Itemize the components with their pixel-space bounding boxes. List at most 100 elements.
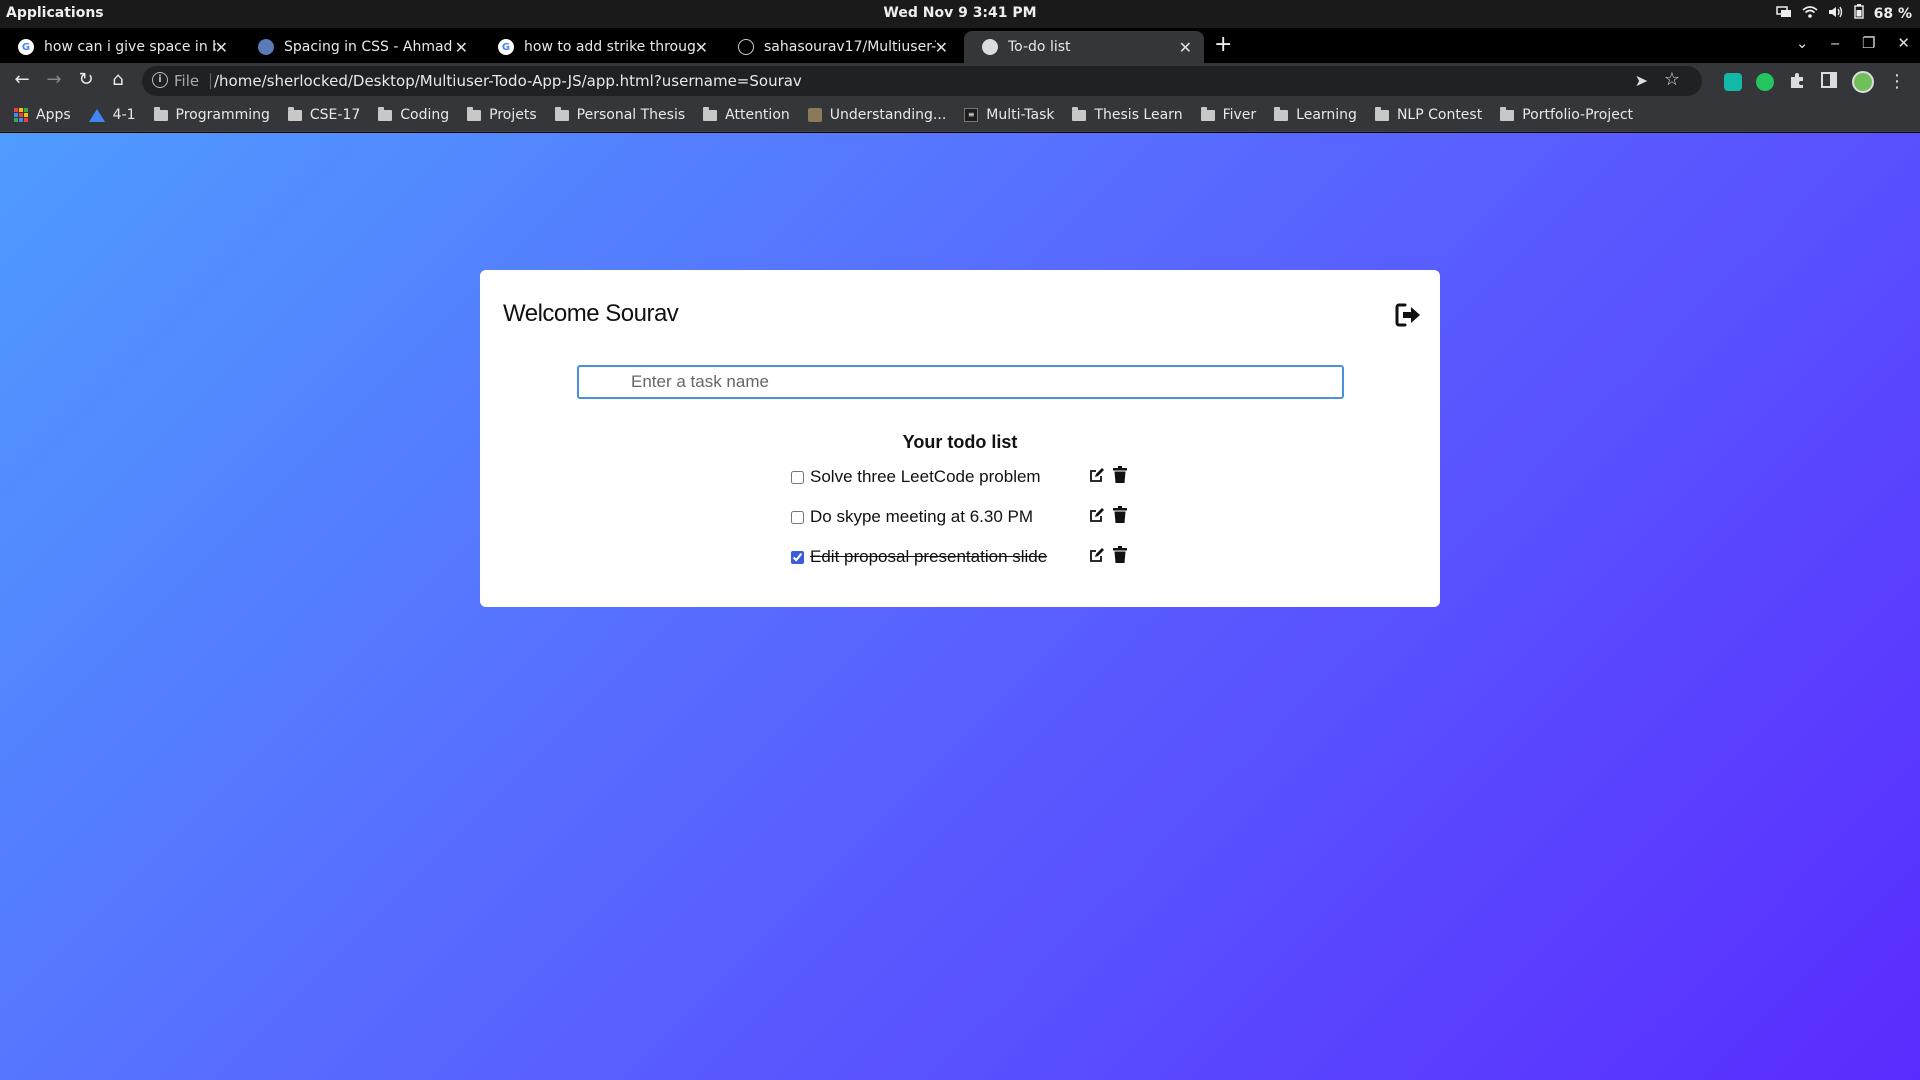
clock[interactable]: Wed Nov 9 3:41 PM bbox=[0, 5, 1920, 21]
bookmark-label: Coding bbox=[400, 107, 450, 123]
apps-grid-icon bbox=[14, 108, 28, 122]
divider bbox=[210, 73, 211, 89]
tab-3[interactable]: G how to add strike through i ✕ bbox=[480, 31, 720, 63]
bookmark-label: Apps bbox=[36, 107, 71, 123]
bookmark-fiver[interactable]: Fiver bbox=[1200, 106, 1257, 123]
folder-icon bbox=[378, 106, 393, 121]
todo-list-title: Your todo list bbox=[902, 432, 1018, 452]
trash-icon[interactable] bbox=[1113, 546, 1127, 563]
close-icon[interactable]: ✕ bbox=[215, 38, 228, 57]
new-tab-button[interactable]: + bbox=[1214, 32, 1232, 57]
bookmark-label: Thesis Learn bbox=[1094, 107, 1183, 123]
bookmark-apps[interactable]: Apps bbox=[14, 107, 71, 123]
maximize-button[interactable]: ❐ bbox=[1862, 34, 1875, 52]
home-button[interactable]: ⌂ bbox=[106, 69, 130, 90]
scheme-label: File bbox=[174, 72, 200, 90]
edit-icon[interactable] bbox=[1089, 467, 1105, 483]
globe-icon bbox=[982, 39, 998, 55]
multitask-icon: ≡ bbox=[964, 108, 979, 122]
bookmark-cse-17[interactable]: CSE-17 bbox=[287, 106, 361, 123]
url-text[interactable]: /home/sherlocked/Desktop/Multiuser-Todo-… bbox=[214, 72, 802, 90]
tab-search-icon[interactable]: ⌄ bbox=[1796, 34, 1809, 52]
todo-checkbox[interactable] bbox=[791, 550, 804, 564]
menu-icon[interactable]: ⋮ bbox=[1888, 73, 1906, 91]
reload-button[interactable]: ↻ bbox=[74, 69, 98, 90]
system-top-bar: Applications Wed Nov 9 3:41 PM 68 % bbox=[0, 0, 1920, 28]
bookmark-label: Fiver bbox=[1222, 107, 1257, 123]
globe-icon bbox=[258, 39, 274, 55]
close-window-button[interactable]: ✕ bbox=[1897, 34, 1910, 52]
wifi-icon[interactable] bbox=[1802, 5, 1818, 23]
bookmark-learning[interactable]: Learning bbox=[1274, 106, 1357, 123]
side-panel-icon[interactable] bbox=[1820, 71, 1838, 93]
folder-icon bbox=[1200, 106, 1215, 121]
tab-1[interactable]: G how can i give space in bet ✕ bbox=[0, 31, 240, 63]
bookmark-label: Programming bbox=[175, 107, 270, 123]
folder-icon bbox=[1374, 106, 1389, 121]
network-icon[interactable] bbox=[1775, 5, 1792, 23]
edit-icon[interactable] bbox=[1089, 507, 1105, 523]
profile-avatar[interactable] bbox=[1852, 71, 1874, 93]
tab-title: how to add strike through i bbox=[524, 39, 696, 55]
edit-icon[interactable] bbox=[1089, 547, 1105, 563]
bookmark-coding[interactable]: Coding bbox=[378, 106, 450, 123]
bookmark-projets[interactable]: Projets bbox=[467, 106, 537, 123]
bookmark-label: Learning bbox=[1296, 107, 1357, 123]
send-icon[interactable]: ➤ bbox=[1635, 71, 1648, 90]
todo-checkbox[interactable] bbox=[791, 510, 804, 524]
welcome-heading: Welcome Sourav bbox=[503, 300, 679, 327]
bookmark-personal-thesis[interactable]: Personal Thesis bbox=[554, 106, 686, 123]
puzzle-icon[interactable] bbox=[1788, 71, 1806, 93]
tab-title: To-do list bbox=[1008, 39, 1071, 55]
bookmark-thesis-learn[interactable]: Thesis Learn bbox=[1072, 106, 1183, 123]
bookmark-attention[interactable]: Attention bbox=[703, 106, 790, 123]
bookmark-multi-task[interactable]: ≡ Multi-Task bbox=[964, 107, 1054, 123]
back-button[interactable]: ← bbox=[10, 69, 34, 90]
extension-icon[interactable] bbox=[1756, 73, 1774, 91]
todo-text: Edit proposal presentation slide bbox=[810, 547, 1048, 566]
address-bar[interactable]: i File /home/sherlocked/Desktop/Multiuse… bbox=[142, 66, 1702, 96]
bookmark-nlp-contest[interactable]: NLP Contest bbox=[1374, 106, 1483, 123]
close-icon[interactable]: ✕ bbox=[935, 38, 948, 57]
task-name-input[interactable] bbox=[577, 365, 1344, 399]
info-icon[interactable]: i bbox=[152, 72, 168, 88]
minimize-button[interactable]: ‒ bbox=[1830, 34, 1840, 52]
bookmark-programming[interactable]: Programming bbox=[153, 106, 270, 123]
bookmark-label: Personal Thesis bbox=[576, 107, 686, 123]
tab-4[interactable]: sahasourav17/Multiuser-To ✕ bbox=[720, 31, 960, 63]
battery-icon[interactable] bbox=[1853, 4, 1864, 23]
bookmark-4-1[interactable]: 4-1 bbox=[88, 107, 136, 123]
todo-item: Do skype meeting at 6.30 PM bbox=[791, 505, 1033, 529]
logout-icon[interactable] bbox=[1394, 302, 1422, 328]
window-controls: ⌄ ‒ ❐ ✕ bbox=[1796, 34, 1910, 52]
close-icon[interactable]: ✕ bbox=[1179, 38, 1192, 57]
extension-icon[interactable] bbox=[1724, 73, 1742, 91]
todo-text: Solve three LeetCode problem bbox=[810, 467, 1041, 486]
close-icon[interactable]: ✕ bbox=[695, 38, 708, 57]
trash-icon[interactable] bbox=[1113, 506, 1127, 523]
bookmark-label: NLP Contest bbox=[1396, 107, 1483, 123]
todo-item: Edit proposal presentation slide bbox=[791, 545, 1047, 569]
todo-actions bbox=[1089, 506, 1127, 523]
tab-title: Spacing in CSS - Ahmad Sh bbox=[284, 39, 456, 55]
tab-2[interactable]: Spacing in CSS - Ahmad Sh ✕ bbox=[240, 31, 480, 63]
image-icon bbox=[807, 108, 822, 122]
github-icon bbox=[738, 39, 754, 55]
tab-todo-list[interactable]: To-do list ✕ bbox=[964, 31, 1204, 63]
folder-icon bbox=[287, 106, 302, 121]
todo-checkbox[interactable] bbox=[791, 470, 804, 484]
google-icon: G bbox=[498, 39, 514, 55]
system-tray[interactable]: 68 % bbox=[1775, 4, 1912, 23]
bookmark-label: Attention bbox=[725, 107, 790, 123]
bookmark-portfolio-project[interactable]: Portfolio-Project bbox=[1500, 106, 1633, 123]
bookmark-star-icon[interactable]: ☆ bbox=[1664, 69, 1680, 90]
trash-icon[interactable] bbox=[1113, 466, 1127, 483]
bookmark-label: 4-1 bbox=[112, 107, 136, 123]
browser-toolbar: ← → ↻ ⌂ i File /home/sherlocked/Desktop/… bbox=[0, 63, 1920, 99]
volume-icon[interactable] bbox=[1828, 5, 1844, 23]
bookmark-understanding[interactable]: Understanding... bbox=[807, 107, 946, 123]
google-icon: G bbox=[18, 39, 34, 55]
bookmark-label: CSE-17 bbox=[309, 107, 361, 123]
close-icon[interactable]: ✕ bbox=[455, 38, 468, 57]
forward-button[interactable]: → bbox=[42, 69, 66, 90]
